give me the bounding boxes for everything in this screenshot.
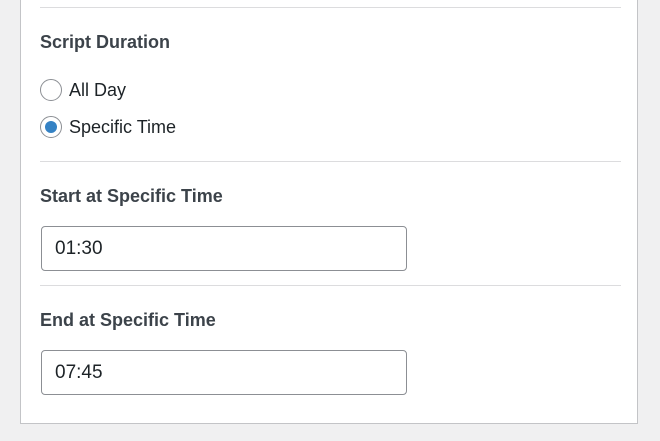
start-time-title: Start at Specific Time <box>40 186 223 206</box>
settings-panel: Script Duration All Day Specific Time St… <box>20 0 638 424</box>
radio-all-day[interactable] <box>40 79 62 101</box>
radio-option-all-day[interactable]: All Day <box>40 77 126 103</box>
divider-1 <box>40 161 621 162</box>
start-time-input[interactable] <box>41 226 407 271</box>
radio-option-specific-time[interactable]: Specific Time <box>40 114 176 140</box>
end-time-title: End at Specific Time <box>40 310 216 330</box>
divider-2 <box>40 285 621 286</box>
script-duration-title: Script Duration <box>40 32 171 52</box>
top-divider <box>40 7 621 8</box>
radio-specific-time-label[interactable]: Specific Time <box>69 116 176 138</box>
end-time-input[interactable] <box>41 350 407 395</box>
radio-all-day-label[interactable]: All Day <box>69 79 126 101</box>
radio-specific-time[interactable] <box>40 116 62 138</box>
